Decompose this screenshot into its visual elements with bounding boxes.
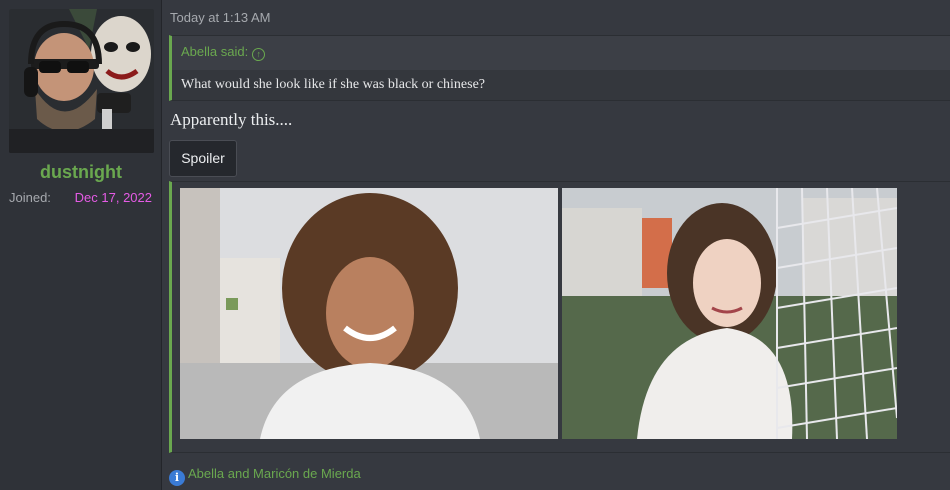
attached-image-2[interactable] <box>562 188 897 439</box>
quote-author[interactable]: Abella said: <box>181 44 248 59</box>
avatar[interactable] <box>9 9 154 153</box>
joined-date: Dec 17, 2022 <box>74 190 152 205</box>
info-icon: i <box>169 470 185 486</box>
user-sidebar: dustnight Joined: Dec 17, 2022 <box>0 0 162 490</box>
post-content: Today at 1:13 AM Abella said: ↑ What woul… <box>162 0 950 490</box>
reactions-bar[interactable]: i Abella and Maricón de Mierda <box>169 466 361 486</box>
joined-label: Joined: <box>9 190 51 205</box>
spoiler-button[interactable]: Spoiler <box>169 140 237 177</box>
post-timestamp[interactable]: Today at 1:13 AM <box>170 10 270 25</box>
attached-image-1[interactable] <box>180 188 558 439</box>
go-to-quote-icon[interactable]: ↑ <box>252 48 266 61</box>
reactions-users[interactable]: Abella and Maricón de Mierda <box>188 466 361 481</box>
quote-text: What would she look like if she was blac… <box>172 70 950 100</box>
spoiler-content <box>169 181 950 453</box>
username[interactable]: dustnight <box>0 162 162 183</box>
quote-block: Abella said: ↑ What would she look like i… <box>169 35 950 101</box>
quote-header[interactable]: Abella said: ↑ <box>172 36 950 69</box>
post-body-text: Apparently this.... <box>170 110 293 129</box>
